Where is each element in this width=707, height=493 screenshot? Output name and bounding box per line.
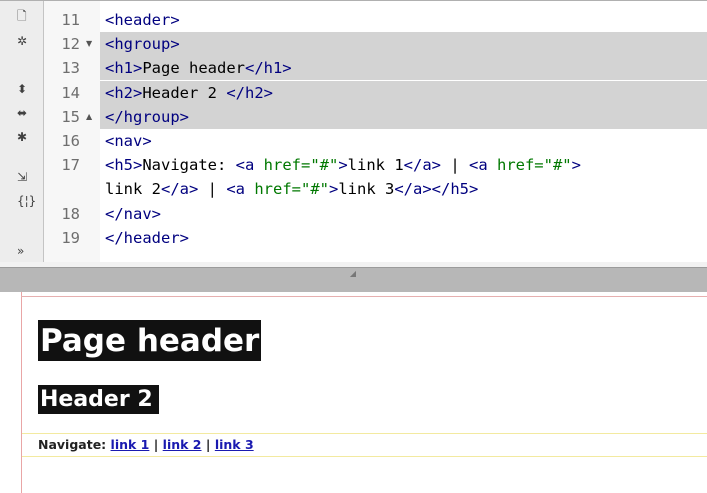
line-number: 18 bbox=[61, 205, 80, 223]
line-number: 15 bbox=[61, 108, 80, 126]
code-line[interactable]: 14 <h2>Header 2 </h2> bbox=[0, 81, 707, 105]
splitter-bar[interactable] bbox=[0, 262, 707, 268]
text-token: | bbox=[440, 156, 469, 174]
code-editor[interactable]: 🗋 ✲ ⬍ ⬌ ✱ ⇲ {¦} » 11 <header> 12 ▼ <hgroup> 1… bbox=[0, 0, 707, 263]
code-text[interactable]: </hgroup> bbox=[105, 105, 189, 129]
html-tag-token: <hgroup> bbox=[105, 35, 180, 53]
attribute-token: href="#" bbox=[254, 180, 329, 198]
html-tag-token: </nav> bbox=[105, 205, 161, 223]
html-tag-token: <a bbox=[226, 180, 255, 198]
splitter-grip-icon[interactable]: ◢ bbox=[349, 270, 357, 278]
html-tag-token: </hgroup> bbox=[105, 108, 189, 126]
preview-h1: Page header bbox=[38, 320, 262, 361]
line-number: 11 bbox=[61, 11, 80, 29]
nav-separator: | bbox=[205, 437, 211, 452]
text-token: link 2 bbox=[105, 180, 161, 198]
html-tag-token: <a bbox=[235, 156, 264, 174]
attribute-token: href="#" bbox=[263, 156, 339, 174]
line-number: 14 bbox=[61, 84, 80, 102]
line-number: 16 bbox=[61, 132, 80, 150]
text-token: link 1 bbox=[347, 156, 404, 174]
html-tag-token: </a> bbox=[403, 156, 441, 174]
html-tag-token: > bbox=[338, 156, 348, 174]
code-line[interactable]: 11 <header> bbox=[0, 8, 707, 32]
preview-top-border bbox=[21, 296, 707, 297]
code-line[interactable]: 13 <h1>Page header</h1> bbox=[0, 56, 707, 80]
fold-open-icon[interactable]: ▼ bbox=[86, 32, 92, 56]
code-line[interactable]: 12 ▼ <hgroup> bbox=[0, 32, 707, 56]
code-text[interactable]: </header> bbox=[105, 226, 189, 250]
html-tag-token: > bbox=[571, 156, 581, 174]
text-token: | bbox=[198, 180, 227, 198]
nav-top-border bbox=[22, 433, 707, 434]
fold-close-icon[interactable]: ▲ bbox=[86, 105, 92, 129]
code-text[interactable]: <h5>Navigate: <a href="#">link 1</a> | <… bbox=[105, 153, 581, 177]
html-tag-token: </header> bbox=[105, 229, 189, 247]
preview-h2: Header 2 bbox=[38, 385, 159, 414]
code-text[interactable]: <nav> bbox=[105, 129, 152, 153]
html-tag-token: <a bbox=[468, 156, 497, 174]
code-line[interactable]: 19 </header> bbox=[0, 226, 707, 250]
preview-left-border bbox=[21, 292, 22, 493]
nav-link-3[interactable]: link 3 bbox=[215, 437, 254, 452]
nav-separator: | bbox=[153, 437, 159, 452]
html-tag-token: </h2> bbox=[226, 84, 273, 102]
text-token: Header 2 bbox=[142, 84, 227, 102]
code-text[interactable]: link 2</a> | <a href="#">link 3</a></h5> bbox=[105, 177, 478, 201]
code-text[interactable]: <header> bbox=[105, 8, 180, 32]
html-tag-token: <h2> bbox=[105, 84, 143, 102]
html-tag-token: <nav> bbox=[105, 132, 152, 150]
html-tag-token: </a> bbox=[161, 180, 199, 198]
text-token: link 3 bbox=[338, 180, 395, 198]
code-text[interactable]: <hgroup> bbox=[105, 32, 180, 56]
line-number: 19 bbox=[61, 229, 80, 247]
nav-link-2[interactable]: link 2 bbox=[163, 437, 202, 452]
line-number: 17 bbox=[61, 156, 80, 174]
nav-link-1[interactable]: link 1 bbox=[111, 437, 150, 452]
html-tag-token: <h5> bbox=[105, 156, 143, 174]
html-tag-token: <h1> bbox=[105, 59, 143, 77]
code-line[interactable]: 17 <h5>Navigate: <a href="#">link 1</a> |… bbox=[0, 153, 707, 177]
attribute-token: href="#" bbox=[496, 156, 572, 174]
preview-h5-nav: Navigate: link 1 | link 2 | link 3 bbox=[38, 437, 254, 453]
code-text[interactable]: </nav> bbox=[105, 202, 161, 226]
line-number: 13 bbox=[61, 59, 80, 77]
html-tag-token: </a></h5> bbox=[394, 180, 479, 198]
line-number: 12 bbox=[61, 35, 80, 53]
text-token: Navigate: bbox=[142, 156, 236, 174]
html-tag-token: > bbox=[328, 180, 339, 198]
nav-prefix: Navigate: bbox=[38, 437, 107, 452]
code-text[interactable]: <h2>Header 2 </h2> bbox=[105, 81, 273, 105]
code-line[interactable]: 18 </nav> bbox=[0, 202, 707, 226]
code-text[interactable]: <h1>Page header</h1> bbox=[105, 56, 292, 80]
code-line[interactable]: link 2</a> | <a href="#">link 3</a></h5> bbox=[0, 177, 707, 201]
nav-bottom-border bbox=[22, 456, 707, 457]
html-tag-token: <header> bbox=[105, 11, 180, 29]
text-token: Page header bbox=[142, 59, 245, 77]
html-tag-token: </h1> bbox=[244, 59, 292, 77]
code-line[interactable]: 16 <nav> bbox=[0, 129, 707, 153]
code-line[interactable]: 15 ▲ </hgroup> bbox=[0, 105, 707, 129]
